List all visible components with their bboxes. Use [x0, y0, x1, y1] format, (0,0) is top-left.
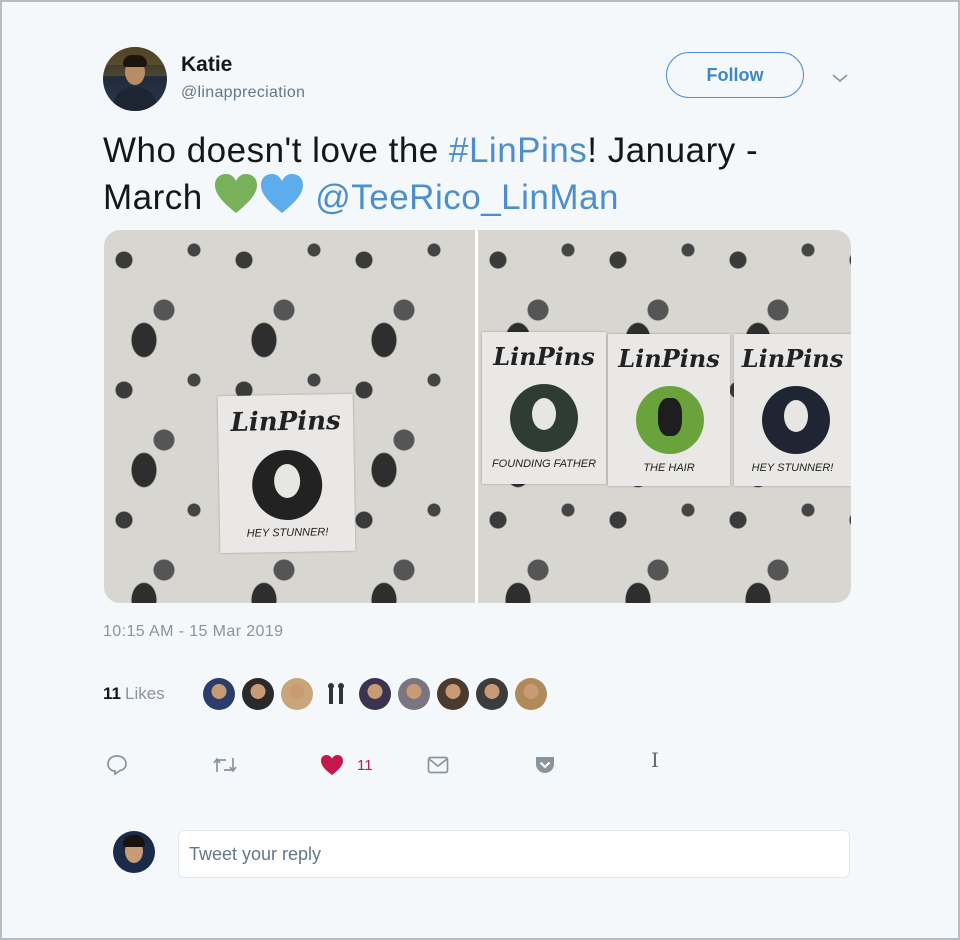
pin-image: [762, 386, 830, 454]
reply-icon: [107, 755, 127, 776]
author-name[interactable]: Katie: [181, 53, 232, 77]
envelope-icon: [427, 756, 449, 774]
pin-card: LinPins FOUNDING FATHER: [482, 332, 606, 484]
pin-card: LinPins HEY STUNNER!: [217, 393, 356, 554]
current-user-avatar[interactable]: [113, 831, 155, 873]
text-cursor-icon: I: [651, 748, 659, 772]
tweet-timestamp[interactable]: 10:15 AM - 15 Mar 2019: [103, 623, 283, 641]
likes-label: Likes: [124, 684, 165, 703]
green-heart-icon: [214, 174, 257, 213]
pin-image: [251, 449, 323, 521]
author-handle[interactable]: @linappreciation: [181, 84, 305, 102]
liker-avatar[interactable]: [242, 678, 274, 710]
follow-button[interactable]: Follow: [666, 52, 804, 98]
tweet-media[interactable]: LinPins HEY STUNNER! LinPins FOUNDING FA…: [104, 230, 851, 603]
photo-left[interactable]: LinPins HEY STUNNER!: [104, 230, 475, 603]
blue-heart-icon: [260, 174, 303, 213]
pin-caption: FOUNDING FATHER: [491, 458, 597, 470]
tweet-text: Who doesn't love the #LinPins! January -…: [103, 128, 823, 220]
pin-image: [636, 386, 704, 454]
pin-image: [510, 384, 578, 452]
tweet-text-part: ! January -: [587, 131, 759, 170]
heart-icon: [321, 755, 343, 775]
liker-avatar[interactable]: [515, 678, 547, 710]
pin-logo: LinPins: [230, 406, 341, 438]
likes-count[interactable]: 11 Likes: [103, 684, 165, 704]
retweet-icon: [213, 757, 237, 773]
pin-caption: HEY STUNNER!: [246, 526, 329, 540]
tweet-text-part: Who doesn't love the: [103, 131, 449, 170]
pocket-button[interactable]: [534, 752, 556, 778]
liker-avatar[interactable]: [281, 678, 313, 710]
liker-avatar[interactable]: [476, 678, 508, 710]
liker-avatar[interactable]: [437, 678, 469, 710]
reply-button[interactable]: [106, 752, 128, 778]
tweet-text-part: March: [103, 178, 203, 217]
pin-caption: HEY STUNNER!: [751, 462, 834, 474]
mention-link[interactable]: @TeeRico_LinMan: [315, 178, 619, 217]
liker-avatar[interactable]: [359, 678, 391, 710]
pin-logo: LinPins: [618, 344, 720, 373]
pin-logo: LinPins: [493, 342, 595, 371]
reply-input[interactable]: Tweet your reply: [178, 830, 850, 878]
pin-caption: THE HAIR: [643, 462, 695, 474]
liker-avatar[interactable]: [398, 678, 430, 710]
likes-number: 11: [103, 684, 121, 703]
dm-button[interactable]: [427, 752, 449, 778]
pin-card: LinPins HEY STUNNER!: [734, 334, 851, 486]
like-count: 11: [357, 756, 373, 774]
liker-avatar[interactable]: [203, 678, 235, 710]
like-button[interactable]: 11: [320, 752, 373, 778]
author-avatar[interactable]: [103, 47, 167, 111]
pin-logo: LinPins: [741, 344, 844, 373]
hashtag-link[interactable]: #LinPins: [449, 131, 587, 170]
liker-avatar[interactable]: [320, 678, 352, 710]
retweet-button[interactable]: [212, 752, 238, 778]
pin-card: LinPins THE HAIR: [608, 334, 730, 486]
photo-right[interactable]: LinPins FOUNDING FATHER LinPins THE HAIR…: [478, 230, 851, 603]
chevron-down-icon[interactable]: [830, 70, 850, 86]
pocket-icon: [536, 757, 554, 773]
